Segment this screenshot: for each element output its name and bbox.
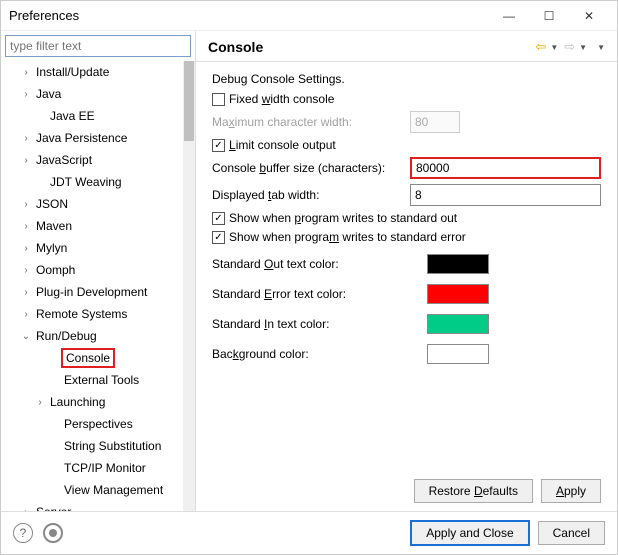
- tree-item-label: View Management: [61, 482, 166, 498]
- back-dropdown[interactable]: ▼: [550, 43, 558, 52]
- expand-icon[interactable]: ›: [19, 89, 33, 100]
- buffer-size-label: Console buffer size (characters):: [212, 161, 402, 175]
- tab-width-input[interactable]: [410, 184, 601, 206]
- tree-item-label: Oomph: [33, 262, 78, 278]
- limit-output-checkbox[interactable]: ✓ Limit console output: [212, 138, 336, 152]
- tree-scroll-thumb[interactable]: [184, 61, 194, 141]
- max-char-width-input: [410, 111, 460, 133]
- expand-icon[interactable]: ›: [19, 199, 33, 210]
- tree-item[interactable]: ›Plug-in Development: [1, 281, 195, 303]
- titlebar: Preferences — ☐ ✕: [1, 1, 617, 31]
- tree-item-label: Perspectives: [61, 416, 136, 432]
- forward-icon: ⇨: [564, 39, 575, 55]
- expand-icon[interactable]: ›: [19, 243, 33, 254]
- tree-item[interactable]: JDT Weaving: [1, 171, 195, 193]
- max-char-width-label: Maximum character width:: [212, 115, 402, 129]
- tree-item[interactable]: TCP/IP Monitor: [1, 457, 195, 479]
- expand-icon[interactable]: ›: [19, 155, 33, 166]
- left-panel: ›Install/Update›JavaJava EE›Java Persist…: [1, 31, 196, 511]
- expand-icon[interactable]: ›: [19, 133, 33, 144]
- tree-item-label: Java Persistence: [33, 130, 130, 146]
- tree-item-label: Launching: [47, 394, 108, 410]
- tree-item-label: JavaScript: [33, 152, 95, 168]
- help-icon[interactable]: ?: [13, 523, 33, 543]
- color-label: Background color:: [212, 347, 427, 361]
- apply-button[interactable]: Apply: [541, 479, 601, 503]
- tree-item[interactable]: ›JSON: [1, 193, 195, 215]
- tree-item-label: Plug-in Development: [33, 284, 150, 300]
- window-title: Preferences: [9, 8, 489, 23]
- minimize-button[interactable]: —: [489, 2, 529, 30]
- right-panel: Console ⇦▼ ⇨▼ ▼ Debug Console Settings. …: [196, 31, 617, 511]
- preferences-tree[interactable]: ›Install/Update›JavaJava EE›Java Persist…: [1, 61, 195, 511]
- expand-icon[interactable]: ›: [19, 309, 33, 320]
- tree-item[interactable]: ›Mylyn: [1, 237, 195, 259]
- color-label: Standard In text color:: [212, 317, 427, 331]
- tree-item-label: Maven: [33, 218, 75, 234]
- tree-scrollbar[interactable]: [183, 61, 195, 511]
- tree-item[interactable]: View Management: [1, 479, 195, 501]
- color-label: Standard Error text color:: [212, 287, 427, 301]
- tree-item[interactable]: Java EE: [1, 105, 195, 127]
- filter-input[interactable]: [5, 35, 191, 57]
- tree-item[interactable]: External Tools: [1, 369, 195, 391]
- tree-item[interactable]: ›Launching: [1, 391, 195, 413]
- back-icon[interactable]: ⇦: [535, 39, 546, 55]
- tree-item-label: Server: [33, 504, 74, 511]
- tree-item[interactable]: ›Java: [1, 83, 195, 105]
- show-stdout-checkbox[interactable]: ✓ Show when program writes to standard o…: [212, 211, 457, 225]
- expand-icon[interactable]: ›: [19, 287, 33, 298]
- color-swatch[interactable]: [427, 344, 489, 364]
- tree-item[interactable]: ›Maven: [1, 215, 195, 237]
- close-button[interactable]: ✕: [569, 2, 609, 30]
- tree-item[interactable]: ›JavaScript: [1, 149, 195, 171]
- color-swatch[interactable]: [427, 284, 489, 304]
- forward-dropdown[interactable]: ▼: [579, 43, 587, 52]
- tree-item-label: Java EE: [47, 108, 98, 124]
- expand-icon[interactable]: ⌄: [19, 331, 33, 342]
- tree-item[interactable]: ⌄Run/Debug: [1, 325, 195, 347]
- tab-width-label: Displayed tab width:: [212, 188, 402, 202]
- tree-item[interactable]: String Substitution: [1, 435, 195, 457]
- expand-icon[interactable]: ›: [19, 265, 33, 276]
- tree-item-label: JSON: [33, 196, 71, 212]
- tree-item-label: External Tools: [61, 372, 142, 388]
- expand-icon[interactable]: ›: [33, 397, 47, 408]
- tree-item-label: TCP/IP Monitor: [61, 460, 149, 476]
- restore-defaults-button[interactable]: Restore Defaults: [414, 479, 533, 503]
- tree-item-label: Console: [61, 348, 115, 368]
- tree-item-label: Java: [33, 86, 64, 102]
- buffer-size-input[interactable]: [410, 157, 601, 179]
- fixed-width-checkbox[interactable]: Fixed width console: [212, 92, 334, 106]
- expand-icon[interactable]: ›: [19, 67, 33, 78]
- view-menu-icon[interactable]: ▼: [597, 43, 605, 52]
- tree-item-label: String Substitution: [61, 438, 164, 454]
- import-export-icon[interactable]: [43, 523, 63, 543]
- tree-item[interactable]: ›Install/Update: [1, 61, 195, 83]
- tree-item-label: Remote Systems: [33, 306, 130, 322]
- tree-item[interactable]: ›Server: [1, 501, 195, 511]
- expand-icon[interactable]: ›: [19, 507, 33, 512]
- color-swatch[interactable]: [427, 254, 489, 274]
- tree-item[interactable]: Perspectives: [1, 413, 195, 435]
- tree-item[interactable]: Console: [1, 347, 195, 369]
- show-stderr-checkbox[interactable]: ✓ Show when program writes to standard e…: [212, 230, 466, 244]
- color-swatch[interactable]: [427, 314, 489, 334]
- expand-icon[interactable]: ›: [19, 221, 33, 232]
- page-title: Console: [208, 39, 535, 55]
- tree-item-label: JDT Weaving: [47, 174, 125, 190]
- tree-item[interactable]: ›Java Persistence: [1, 127, 195, 149]
- nav-arrows: ⇦ ▼ ⇨ ▼ ▼: [535, 39, 605, 55]
- tree-item-label: Mylyn: [33, 240, 70, 256]
- bottombar: ? Apply and Close Cancel: [1, 511, 617, 554]
- apply-and-close-button[interactable]: Apply and Close: [410, 520, 529, 546]
- cancel-button[interactable]: Cancel: [538, 521, 605, 545]
- maximize-button[interactable]: ☐: [529, 2, 569, 30]
- tree-item[interactable]: ›Remote Systems: [1, 303, 195, 325]
- settings-description: Debug Console Settings.: [212, 72, 601, 86]
- tree-item-label: Run/Debug: [33, 328, 100, 344]
- tree-item[interactable]: ›Oomph: [1, 259, 195, 281]
- tree-item-label: Install/Update: [33, 64, 112, 80]
- color-label: Standard Out text color:: [212, 257, 427, 271]
